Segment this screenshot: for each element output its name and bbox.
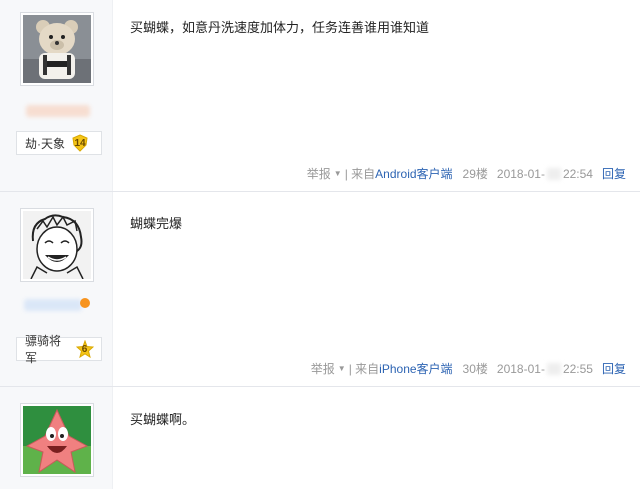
username-redacted[interactable] [24,299,82,311]
post-31: 买蝴蝶啊。 [0,387,640,489]
user-level-badge[interactable]: 骠骑将军 6 [16,334,102,365]
user-level: 14 [74,137,86,149]
avatar[interactable] [20,403,94,477]
post-30: 骠骑将军 6 蝴蝶完爆 举报 ▼ | 来自 iPhone客户端 30楼 2018… [0,192,640,387]
post-time: 22:54 [562,166,593,181]
source-prefix: | 来自 [344,167,376,181]
date-redacted [546,167,561,180]
user-level-badge[interactable]: 劫·天象 14 [16,131,102,155]
source-client-link[interactable]: iPhone客户端 [379,360,452,377]
post-author-panel: 骠骑将军 6 [0,192,113,386]
post-content: 买蝴蝶，如意丹洗速度加体力，任务连善谁用谁知道 [130,20,430,35]
patrick-star-avatar-icon [23,406,91,474]
caret-down-icon[interactable]: ▼ [338,364,346,373]
post-date: 2018-01- [496,361,545,376]
post-content: 蝴蝶完爆 [130,216,183,231]
floor-number: 30楼 [462,362,488,376]
user-level: 6 [81,343,88,355]
report-link[interactable]: 举报 [311,360,335,377]
user-title: 骠骑将军 [25,334,62,365]
post-29: 劫·天象 14 买蝴蝶，如意丹洗速度加体力，任务连善谁用谁知道 举报 ▼ | 来… [0,0,640,192]
username-redacted[interactable] [26,105,90,117]
reply-button[interactable]: 回复 [602,165,626,182]
source-prefix: | 来自 [348,362,380,376]
avatar[interactable] [20,12,94,86]
post-time: 22:55 [562,361,593,376]
vip-icon [80,298,90,308]
post-author-panel: 劫·天象 14 [0,0,113,191]
post-tail: 举报 ▼ | 来自 Android客户端 29楼 2018-01- 22:54 … [307,165,626,182]
post-author-panel [0,387,113,489]
user-title: 劫·天象 [25,136,65,151]
floor-number: 29楼 [462,167,488,181]
sketch-face-avatar-icon [23,211,91,279]
post-date: 2018-01- [496,166,545,181]
reply-button[interactable]: 回复 [602,360,626,377]
bear-avatar-icon [23,15,91,83]
report-link[interactable]: 举报 [307,165,331,182]
avatar[interactable] [20,208,94,282]
level-shield-icon: 14 [71,134,89,152]
post-content: 买蝴蝶啊。 [130,412,196,427]
level-star-icon: 6 [76,340,95,358]
source-client-link[interactable]: Android客户端 [375,165,452,182]
date-redacted [546,362,561,375]
caret-down-icon[interactable]: ▼ [334,169,342,178]
post-tail: 举报 ▼ | 来自 iPhone客户端 30楼 2018-01- 22:55 回… [311,360,626,377]
